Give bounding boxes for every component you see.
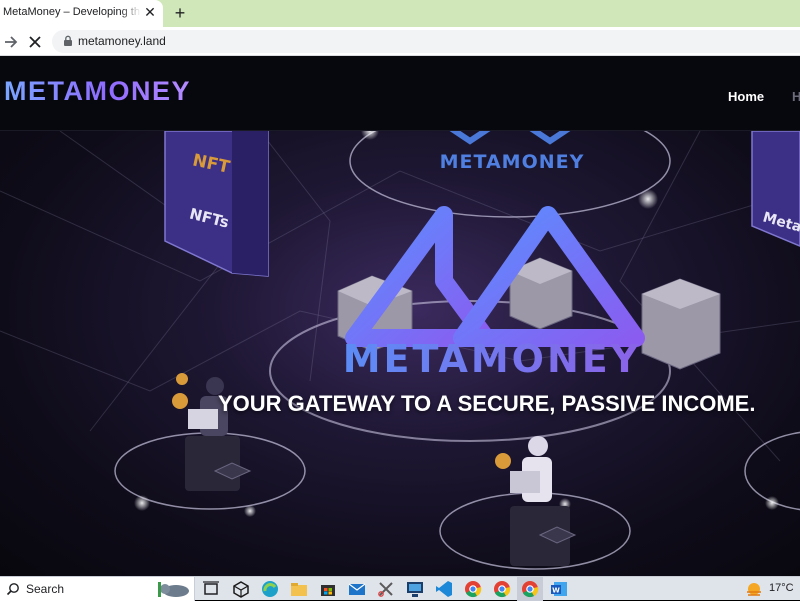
edge-browser-icon[interactable] bbox=[261, 580, 279, 598]
vscode-icon[interactable] bbox=[435, 580, 453, 598]
taskbar: Search W 17°C bbox=[0, 576, 800, 601]
search-highlight-illustration-icon bbox=[158, 582, 189, 597]
glow-node bbox=[134, 495, 150, 511]
browser-tabstrip: MetaMoney – Developing the Metaverse ✕ + bbox=[0, 0, 800, 27]
website-viewport: METAMONEY Home H METAMONEY NFT NFTs Meta… bbox=[0, 56, 800, 576]
chrome-icon[interactable] bbox=[521, 580, 539, 598]
forward-arrow-icon[interactable] bbox=[2, 33, 20, 51]
search-label: Search bbox=[26, 582, 65, 596]
browser-toolbar: metamoney.land bbox=[0, 27, 800, 56]
top-emblem-text: METAMONEY bbox=[440, 151, 585, 173]
metamoney-emblem: METAMONEY bbox=[343, 206, 645, 381]
chrome-icon[interactable] bbox=[493, 580, 511, 598]
glow-node bbox=[638, 189, 658, 209]
hero-tagline: YOUR GATEWAY TO A SECURE, PASSIVE INCOME… bbox=[218, 391, 756, 416]
hero-section: METAMONEY NFT NFTs Meta METAMONEY YOUR G… bbox=[0, 131, 800, 576]
store-icon[interactable] bbox=[319, 580, 337, 598]
new-tab-button[interactable]: + bbox=[170, 2, 190, 24]
cube-stack-right bbox=[641, 278, 721, 370]
url-text: metamoney.land bbox=[78, 34, 166, 48]
orbit-ring-top bbox=[349, 131, 671, 218]
site-logo[interactable]: METAMONEY bbox=[4, 76, 191, 107]
chrome-icon[interactable] bbox=[464, 580, 482, 598]
glow-node bbox=[244, 505, 256, 517]
hero-illustration: METAMONEY NFT NFTs Meta METAMONEY bbox=[0, 131, 800, 570]
task-view-icon[interactable] bbox=[202, 580, 220, 598]
active-taskbar-item[interactable] bbox=[517, 577, 543, 601]
svg-text:W: W bbox=[552, 587, 560, 595]
word-icon[interactable]: W bbox=[550, 580, 568, 598]
weather-sun-icon[interactable] bbox=[745, 580, 763, 598]
address-bar[interactable]: metamoney.land bbox=[52, 30, 800, 53]
person-with-laptop-center bbox=[495, 436, 570, 566]
nav-link-home[interactable]: Home bbox=[728, 89, 764, 104]
stop-loading-icon[interactable] bbox=[26, 33, 44, 51]
nav-link-partial[interactable]: H bbox=[792, 89, 800, 104]
top-emblem: METAMONEY bbox=[440, 131, 585, 173]
browser-tab-active[interactable]: MetaMoney – Developing the Metaverse ✕ bbox=[0, 0, 163, 27]
snipping-tool-icon[interactable] bbox=[377, 580, 395, 598]
mail-icon[interactable] bbox=[348, 580, 366, 598]
nft-card: NFT NFTs bbox=[164, 131, 269, 277]
taskbar-search-box[interactable]: Search bbox=[0, 577, 195, 601]
tab-close-button[interactable]: ✕ bbox=[143, 4, 157, 20]
lock-icon[interactable] bbox=[62, 35, 74, 47]
tab-title: MetaMoney – Developing the Metaverse bbox=[3, 6, 141, 18]
screen-capture-app-icon[interactable] bbox=[406, 580, 424, 598]
meta-card: Meta bbox=[751, 131, 800, 247]
file-explorer-icon[interactable] bbox=[290, 580, 308, 598]
3d-cube-app-icon[interactable] bbox=[232, 580, 250, 598]
search-icon bbox=[6, 583, 19, 596]
weather-temperature[interactable]: 17°C bbox=[769, 582, 794, 594]
hero-brand-text: METAMONEY bbox=[343, 337, 642, 381]
glow-node bbox=[765, 496, 779, 510]
site-header: METAMONEY Home H bbox=[0, 56, 800, 131]
